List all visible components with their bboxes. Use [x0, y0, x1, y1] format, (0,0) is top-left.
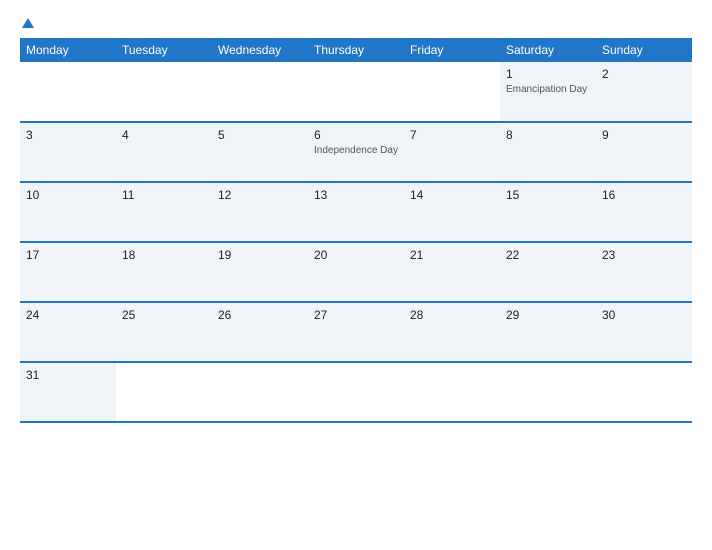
date-number: 5 [218, 128, 302, 142]
col-saturday: Saturday [500, 38, 596, 62]
date-number: 1 [506, 67, 590, 81]
calendar-cell: 8 [500, 122, 596, 182]
calendar-cell: 24 [20, 302, 116, 362]
calendar-cell: 11 [116, 182, 212, 242]
date-number: 2 [602, 67, 686, 81]
col-tuesday: Tuesday [116, 38, 212, 62]
calendar-cell [212, 362, 308, 422]
calendar-cell: 13 [308, 182, 404, 242]
date-number: 16 [602, 188, 686, 202]
calendar-week-row: 31 [20, 362, 692, 422]
calendar-cell: 16 [596, 182, 692, 242]
calendar-cell: 19 [212, 242, 308, 302]
calendar-cell: 26 [212, 302, 308, 362]
date-number: 18 [122, 248, 206, 262]
calendar-cell: 18 [116, 242, 212, 302]
date-number: 20 [314, 248, 398, 262]
calendar-cell [116, 62, 212, 122]
calendar-cell: 31 [20, 362, 116, 422]
holiday-label: Emancipation Day [506, 83, 590, 96]
logo-triangle-icon [22, 18, 34, 28]
calendar-week-row: 10 11 12 13 14 15 16 [20, 182, 692, 242]
calendar-cell: 12 [212, 182, 308, 242]
calendar-cell: 28 [404, 302, 500, 362]
date-number: 23 [602, 248, 686, 262]
date-number: 25 [122, 308, 206, 322]
date-number: 30 [602, 308, 686, 322]
day-headers-row: Monday Tuesday Wednesday Thursday Friday… [20, 38, 692, 62]
calendar-body: 1Emancipation Day23456Independence Day78… [20, 62, 692, 422]
calendar-cell: 30 [596, 302, 692, 362]
date-number: 24 [26, 308, 110, 322]
col-sunday: Sunday [596, 38, 692, 62]
col-monday: Monday [20, 38, 116, 62]
date-number: 29 [506, 308, 590, 322]
calendar-cell: 3 [20, 122, 116, 182]
calendar-cell: 2 [596, 62, 692, 122]
calendar-cell: 27 [308, 302, 404, 362]
calendar-cell [116, 362, 212, 422]
calendar-cell: 20 [308, 242, 404, 302]
calendar-week-row: 1 Emancipation Day 2 [20, 62, 692, 122]
date-number: 8 [506, 128, 590, 142]
date-number: 31 [26, 368, 110, 382]
calendar-cell: 4 [116, 122, 212, 182]
calendar-cell [308, 362, 404, 422]
calendar-cell: 5 [212, 122, 308, 182]
calendar-cell [212, 62, 308, 122]
calendar-cell [500, 362, 596, 422]
col-wednesday: Wednesday [212, 38, 308, 62]
date-number: 14 [410, 188, 494, 202]
date-number: 21 [410, 248, 494, 262]
calendar-cell [308, 62, 404, 122]
date-number: 28 [410, 308, 494, 322]
calendar-cell: 9 [596, 122, 692, 182]
calendar-cell: 22 [500, 242, 596, 302]
holiday-label: Independence Day [314, 144, 398, 157]
date-number: 22 [506, 248, 590, 262]
calendar-week-row: 24 25 26 27 28 29 30 [20, 302, 692, 362]
calendar-cell: 23 [596, 242, 692, 302]
calendar-week-row: 3456 Independence Day 789 [20, 122, 692, 182]
calendar-cell: 6 Independence Day [308, 122, 404, 182]
date-number: 11 [122, 188, 206, 202]
calendar-week-row: 17 18 19 20 21 22 23 [20, 242, 692, 302]
date-number: 4 [122, 128, 206, 142]
col-thursday: Thursday [308, 38, 404, 62]
calendar-cell [20, 62, 116, 122]
date-number: 27 [314, 308, 398, 322]
date-number: 10 [26, 188, 110, 202]
calendar-header: Monday Tuesday Wednesday Thursday Friday… [20, 38, 692, 62]
calendar-cell [404, 62, 500, 122]
date-number: 3 [26, 128, 110, 142]
calendar-cell: 15 [500, 182, 596, 242]
date-number: 17 [26, 248, 110, 262]
date-number: 9 [602, 128, 686, 142]
header [20, 18, 692, 28]
date-number: 6 [314, 128, 398, 142]
logo [20, 18, 34, 28]
calendar-page: Monday Tuesday Wednesday Thursday Friday… [0, 0, 712, 550]
calendar-cell: 10 [20, 182, 116, 242]
date-number: 15 [506, 188, 590, 202]
date-number: 19 [218, 248, 302, 262]
date-number: 12 [218, 188, 302, 202]
calendar-cell: 29 [500, 302, 596, 362]
calendar-cell: 7 [404, 122, 500, 182]
calendar-cell: 21 [404, 242, 500, 302]
date-number: 13 [314, 188, 398, 202]
calendar-cell [404, 362, 500, 422]
col-friday: Friday [404, 38, 500, 62]
date-number: 26 [218, 308, 302, 322]
date-number: 7 [410, 128, 494, 142]
calendar-cell: 25 [116, 302, 212, 362]
calendar-table: Monday Tuesday Wednesday Thursday Friday… [20, 38, 692, 423]
calendar-cell [596, 362, 692, 422]
calendar-cell: 17 [20, 242, 116, 302]
calendar-cell: 1 Emancipation Day [500, 62, 596, 122]
calendar-cell: 14 [404, 182, 500, 242]
